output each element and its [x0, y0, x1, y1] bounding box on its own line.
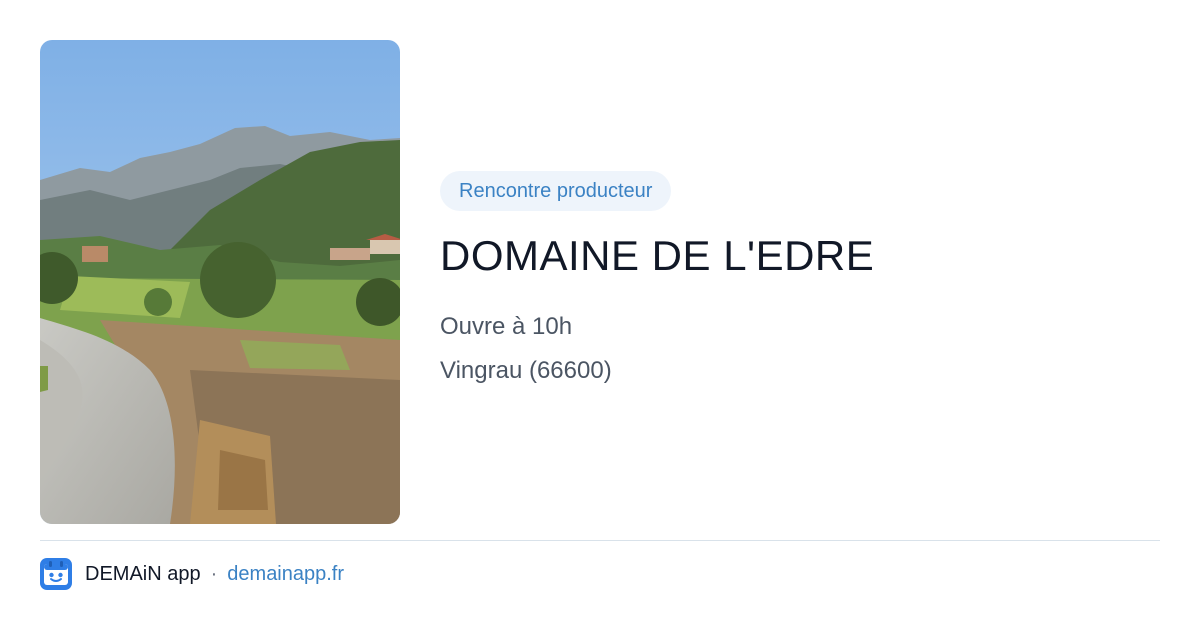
landscape-photo	[40, 40, 400, 524]
site-link[interactable]: demainapp.fr	[227, 563, 344, 586]
footer: DEMAiN app · demainapp.fr	[40, 558, 344, 590]
producer-meta: Ouvre à 10h Vingrau (66600)	[440, 305, 1160, 393]
producer-photo	[40, 40, 400, 524]
footer-separator: ·	[210, 562, 218, 585]
producer-info: Rencontre producteur DOMAINE DE L'EDRE O…	[440, 171, 1160, 393]
producer-name: DOMAINE DE L'EDRE	[440, 232, 875, 279]
demain-app-icon	[40, 558, 72, 590]
footer-divider	[40, 540, 1160, 541]
app-name: DEMAiN app	[85, 562, 201, 585]
producer-location: Vingrau (66600)	[440, 357, 612, 384]
category-badge: Rencontre producteur	[440, 171, 672, 211]
opening-hours: Ouvre à 10h	[440, 313, 573, 340]
